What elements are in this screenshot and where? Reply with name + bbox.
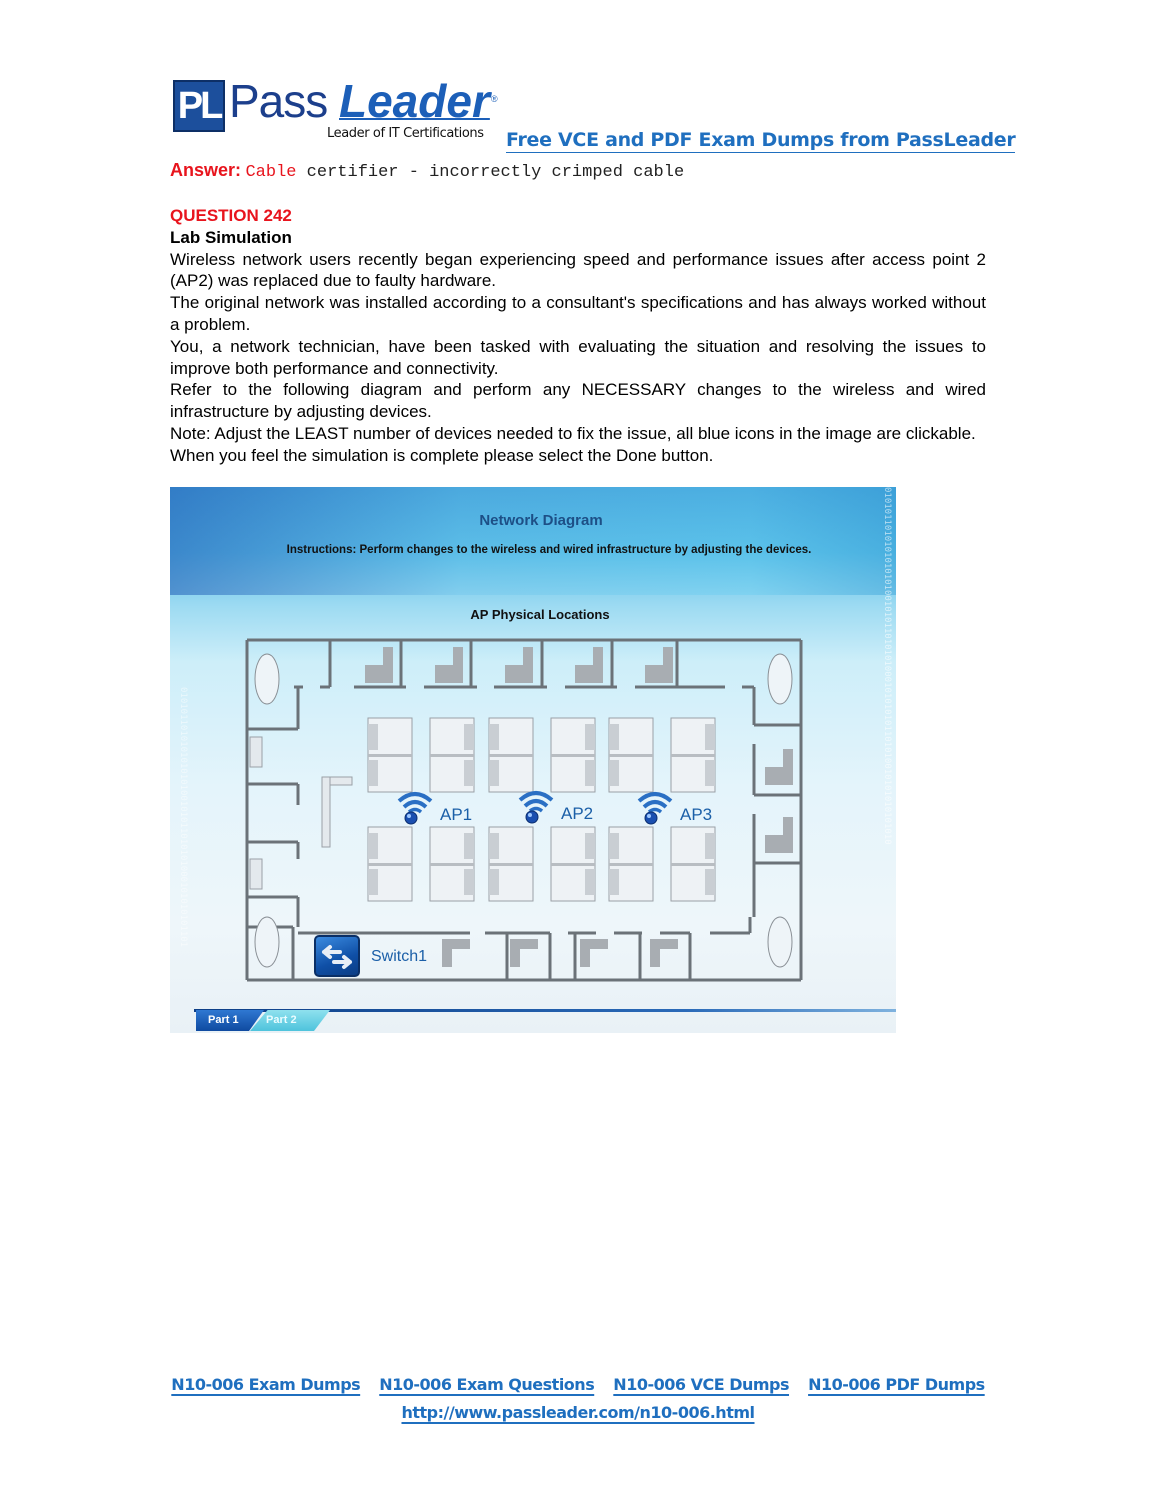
floor-plan	[245, 638, 803, 982]
desk	[580, 939, 608, 949]
cubicle-panel	[705, 833, 715, 859]
answer-text: certifier - incorrectly crimped cable	[296, 163, 685, 182]
cubicle-panel	[489, 760, 499, 786]
access-point-ap3[interactable]: AP3	[635, 785, 712, 825]
desk	[650, 939, 678, 949]
answer-line: Answer: Cable certifier - incorrectly cr…	[170, 160, 684, 182]
network-simulation: 0101011010101010101001010110101010001010…	[170, 487, 896, 1033]
cubicle-divider	[489, 754, 533, 757]
conference-table	[254, 653, 280, 705]
desk	[593, 647, 603, 683]
ap-label: AP1	[440, 805, 473, 824]
wifi-access-point-icon[interactable]	[635, 785, 677, 825]
desk	[663, 647, 673, 683]
answer-label: Answer:	[170, 160, 242, 180]
footer-links: N10-006 Exam Dumps N10-006 Exam Question…	[0, 1375, 1156, 1394]
cubicle-panel	[585, 760, 595, 786]
cubicle-divider	[368, 863, 412, 866]
cubicle-panel	[368, 833, 378, 859]
cubicle-divider	[368, 754, 412, 757]
part-tabs: Part 1 Part 2	[170, 1003, 896, 1033]
cubicle-divider	[609, 754, 653, 757]
desk	[383, 647, 393, 683]
cubicle-divider	[430, 754, 474, 757]
question-block: QUESTION 242 Lab Simulation Wireless net…	[170, 205, 986, 467]
cubicle-panel	[705, 869, 715, 895]
footer-link-pdf-dumps[interactable]: N10-006 PDF Dumps	[808, 1375, 985, 1394]
cubicle-panel	[464, 760, 474, 786]
conference-table	[254, 916, 280, 968]
footer-link-exam-dumps[interactable]: N10-006 Exam Dumps	[171, 1375, 360, 1394]
cubicle-panel	[489, 869, 499, 895]
cubicle-panel	[705, 724, 715, 750]
reception-desk	[321, 776, 331, 848]
access-point-ap1[interactable]: AP1	[395, 785, 472, 825]
cubicle-divider	[609, 863, 653, 866]
cubicle-panel	[489, 833, 499, 859]
cubicle-panel	[585, 833, 595, 859]
ap-label: AP2	[561, 804, 594, 823]
cubicle-panel	[705, 760, 715, 786]
passleader-logo: PL Pass Leader ® Leader of IT Certificat…	[173, 75, 503, 142]
registered-mark: ®	[491, 94, 498, 104]
promo-link[interactable]: Free VCE and PDF Exam Dumps from PassLea…	[506, 129, 1016, 153]
cubicle-panel	[609, 833, 619, 859]
desk	[783, 749, 793, 785]
footer-url-link[interactable]: http://www.passleader.com/n10-006.html	[401, 1403, 755, 1422]
desk	[510, 939, 538, 949]
switch-label: Switch1	[371, 948, 428, 965]
desk	[783, 817, 793, 853]
question-number: QUESTION 242	[170, 206, 292, 225]
tab-part-2[interactable]: Part 2	[250, 1010, 330, 1031]
cubicle-panel	[368, 869, 378, 895]
cubicle-divider	[671, 754, 715, 757]
logo-leader-text: Leader	[339, 75, 490, 127]
ap-label: AP3	[680, 805, 713, 824]
switch1[interactable]: Switch1	[314, 935, 427, 977]
answer-text-highlight: Cable	[245, 163, 297, 182]
cubicle-panel	[464, 869, 474, 895]
cubicle-panel	[609, 724, 619, 750]
cubicle-panel	[464, 833, 474, 859]
question-paragraph: Wireless network users recently began ex…	[170, 249, 986, 291]
access-point-ap2[interactable]: AP2	[516, 784, 593, 824]
logo-pass-text: Pass	[229, 75, 328, 127]
cubicle-divider	[551, 863, 595, 866]
cubicle-panel	[609, 869, 619, 895]
cubicle-panel	[368, 724, 378, 750]
cubicle-panel	[609, 760, 619, 786]
cubicle-panel	[585, 869, 595, 895]
question-paragraph: You, a network technician, have been tas…	[170, 336, 986, 378]
cubicle-panel	[368, 760, 378, 786]
sofa	[249, 736, 263, 768]
cubicle-divider	[489, 863, 533, 866]
desk	[523, 647, 533, 683]
question-paragraph: Note: Adjust the LEAST number of devices…	[170, 423, 976, 443]
conference-table	[767, 916, 793, 968]
network-switch-icon[interactable]	[314, 935, 360, 977]
cubicle-panel	[585, 724, 595, 750]
cubicle-panel	[464, 724, 474, 750]
question-type: Lab Simulation	[170, 227, 292, 247]
footer-link-vce-dumps[interactable]: N10-006 VCE Dumps	[613, 1375, 789, 1394]
logo-tagline: Leader of IT Certifications	[327, 126, 484, 141]
logo-mark: PL	[173, 80, 225, 132]
question-paragraph: Refer to the following diagram and perfo…	[170, 380, 986, 422]
question-paragraph: The original network was installed accor…	[170, 293, 986, 334]
question-paragraph: When you feel the simulation is complete…	[170, 445, 714, 465]
wifi-access-point-icon[interactable]	[516, 784, 558, 824]
cubicle-divider	[671, 863, 715, 866]
footer-link-exam-questions[interactable]: N10-006 Exam Questions	[379, 1375, 594, 1394]
conference-table	[767, 653, 793, 705]
sofa	[249, 858, 263, 890]
desk	[442, 939, 470, 949]
cubicle-panel	[489, 724, 499, 750]
cubicle-divider	[430, 863, 474, 866]
cubicle-divider	[551, 754, 595, 757]
wifi-access-point-icon[interactable]	[395, 785, 437, 825]
footer-url: http://www.passleader.com/n10-006.html	[0, 1403, 1156, 1422]
desk	[453, 647, 463, 683]
